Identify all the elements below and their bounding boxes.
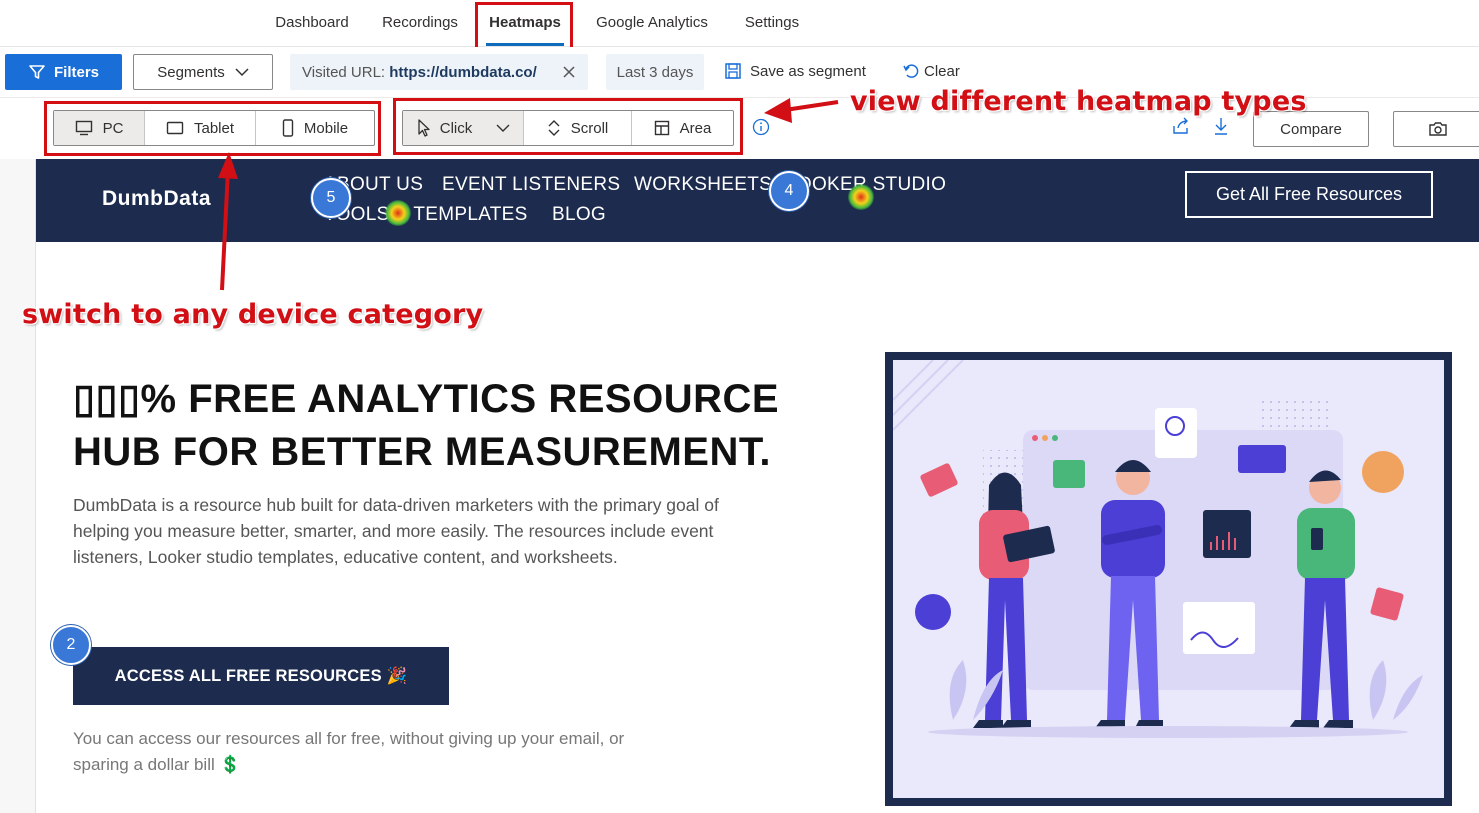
annotation-device-category: switch to any device category xyxy=(22,299,484,330)
save-as-segment-button[interactable]: Save as segment xyxy=(724,62,866,80)
clear-label: Clear xyxy=(924,62,960,80)
url-filter-value: https://dumbdata.co/ xyxy=(389,63,537,81)
undo-icon xyxy=(903,64,919,78)
url-filter-prefix: Visited URL: xyxy=(302,63,386,81)
team-analytics-illustration xyxy=(893,360,1444,798)
hero-title-line-2: HUB FOR BETTER MEASUREMENT. xyxy=(73,430,771,474)
date-range-chip[interactable]: Last 3 days xyxy=(606,54,704,90)
filter-icon xyxy=(29,65,45,79)
url-filter-chip[interactable]: Visited URL: https://dumbdata.co/ xyxy=(290,54,588,90)
tab-settings[interactable]: Settings xyxy=(732,0,812,46)
camera-icon xyxy=(1429,122,1447,136)
segments-label: Segments xyxy=(157,63,225,81)
tab-dashboard[interactable]: Dashboard xyxy=(262,0,362,46)
hero-title: ▯▯▯% FREE ANALYTICS RESOURCE HUB FOR BET… xyxy=(73,373,833,479)
site-link-tools-templates[interactable]: TOOLS & TEMPLATES xyxy=(324,204,528,226)
filters-button[interactable]: Filters xyxy=(5,54,122,90)
access-free-resources-button[interactable]: ACCESS ALL FREE RESOURCES 🎉 xyxy=(73,647,449,705)
click-count-badge[interactable]: 5 xyxy=(311,178,351,218)
chevron-down-icon xyxy=(235,68,249,77)
download-icon[interactable] xyxy=(1212,116,1230,136)
get-free-resources-button[interactable]: Get All Free Resources xyxy=(1185,171,1433,218)
save-as-segment-label: Save as segment xyxy=(750,62,866,80)
tab-google-analytics[interactable]: Google Analytics xyxy=(582,0,722,46)
hero-illustration xyxy=(885,352,1452,806)
click-count-badge[interactable]: 2 xyxy=(51,625,91,665)
screenshot-button[interactable] xyxy=(1393,111,1479,147)
info-icon[interactable] xyxy=(752,118,770,136)
site-link-worksheets[interactable]: WORKSHEETS xyxy=(634,174,772,196)
top-navigation: Dashboard Recordings Heatmaps Google Ana… xyxy=(0,0,1479,47)
filters-label: Filters xyxy=(53,63,99,81)
click-heat-spot xyxy=(848,184,874,210)
save-icon xyxy=(725,63,741,79)
site-logo[interactable]: DumbData xyxy=(102,187,211,211)
segments-dropdown[interactable]: Segments xyxy=(133,54,273,90)
site-link-event-listeners[interactable]: EVENT LISTENERS xyxy=(442,174,620,196)
tab-recordings[interactable]: Recordings xyxy=(372,0,468,46)
share-icon[interactable] xyxy=(1171,116,1191,136)
hero-description: DumbData is a resource hub built for dat… xyxy=(73,495,719,567)
clear-button[interactable]: Clear xyxy=(902,62,960,80)
click-count-badge[interactable]: 4 xyxy=(769,171,809,211)
heatmap-type-highlight xyxy=(393,98,743,155)
url-filter-text: Visited URL: https://dumbdata.co/ xyxy=(302,64,537,81)
annotation-heatmap-types: view different heatmap types xyxy=(850,86,1307,117)
device-switcher-highlight xyxy=(44,101,381,156)
left-gutter xyxy=(0,159,36,813)
hero-note: You can access our resources all for fre… xyxy=(73,729,625,774)
hero-title-line-1: ▯▯▯% FREE ANALYTICS RESOURCE xyxy=(73,377,780,421)
website-preview: DumbData ABOUT US EVENT LISTENERS WORKSH… xyxy=(36,159,1479,813)
site-link-blog[interactable]: BLOG xyxy=(552,204,606,226)
click-heat-spot xyxy=(385,200,411,226)
site-header: DumbData ABOUT US EVENT LISTENERS WORKSH… xyxy=(36,159,1479,242)
close-icon[interactable] xyxy=(562,65,576,79)
